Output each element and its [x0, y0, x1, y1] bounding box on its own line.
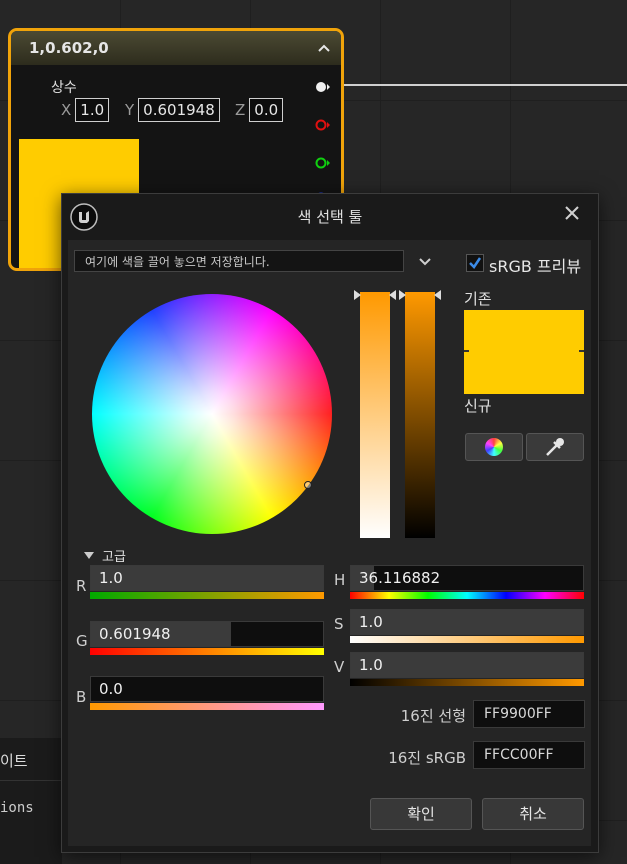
eyedropper-icon	[546, 438, 564, 456]
color-wheel-cursor[interactable]	[304, 481, 312, 489]
swatch-tick	[579, 350, 584, 352]
collapse-chevron-icon[interactable]	[317, 43, 331, 53]
connection-wire	[330, 84, 627, 86]
close-icon[interactable]	[564, 205, 580, 221]
unreal-logo-icon	[70, 203, 98, 231]
h-value-field[interactable]: 36.116882	[350, 565, 584, 591]
advanced-toggle[interactable]: 고급	[84, 546, 126, 565]
v-value: 1.0	[359, 656, 383, 674]
x-value-field[interactable]: 1.0	[75, 98, 110, 122]
hex-srgb-label: 16진 sRGB	[388, 749, 466, 767]
h-value: 36.116882	[359, 569, 441, 587]
b-value: 0.0	[99, 680, 123, 698]
node-param-label: 상수	[51, 80, 77, 96]
output-pin-green-icon[interactable]	[315, 156, 331, 170]
x-label: X	[61, 101, 72, 119]
r-label: R	[76, 577, 87, 595]
r-value-field[interactable]: 1.0	[90, 565, 324, 591]
divider	[0, 780, 62, 781]
s-gradient-bar	[350, 636, 584, 643]
picker-body: 여기에 색을 끌어 놓으면 저장합니다. sRGB 프리뷰 기존 신규 고급 R…	[68, 240, 591, 846]
y-component: Y 0.601948	[125, 98, 220, 122]
new-color-label: 신규	[464, 397, 492, 415]
r-value-fill	[91, 566, 323, 590]
collapse-triangle-icon	[84, 552, 94, 559]
b-label: B	[76, 688, 87, 706]
color-compare-swatch	[464, 310, 584, 394]
v-value-field[interactable]: 1.0	[350, 652, 584, 678]
slider-handle-right[interactable]	[434, 290, 441, 300]
advanced-label: 고급	[102, 550, 126, 565]
v-gradient-bar	[350, 679, 584, 686]
node-header[interactable]: 1,0.602,0	[11, 31, 341, 65]
s-value-field[interactable]: 1.0	[350, 609, 584, 635]
s-label: S	[334, 615, 344, 633]
srgb-preview-checkbox[interactable]	[466, 254, 484, 272]
s-value: 1.0	[359, 613, 383, 631]
y-value-field[interactable]: 0.601948	[138, 98, 220, 122]
old-color-label: 기존	[464, 290, 492, 308]
saturation-slider[interactable]	[354, 290, 396, 538]
hex-srgb-field[interactable]: FFCC00FF	[473, 741, 585, 769]
color-theme-drop-area[interactable]: 여기에 색을 끌어 놓으면 저장합니다.	[74, 250, 404, 272]
checkmark-icon	[469, 257, 482, 269]
h-gradient-bar	[350, 592, 584, 599]
r-value: 1.0	[99, 569, 123, 587]
hex-linear-field[interactable]: FF9900FF	[473, 700, 585, 728]
z-component: Z 0.0	[235, 98, 284, 122]
g-value: 0.601948	[99, 625, 171, 643]
g-label: G	[76, 632, 88, 650]
node-title: 1,0.602,0	[29, 39, 109, 57]
z-label: Z	[235, 101, 246, 119]
cancel-button[interactable]: 취소	[482, 798, 584, 830]
value-slider[interactable]	[399, 290, 441, 538]
color-wheel-icon	[485, 438, 503, 456]
h-label: H	[334, 571, 346, 589]
v-label: V	[334, 658, 345, 676]
swatch-tick	[464, 350, 469, 352]
y-label: Y	[125, 101, 135, 119]
color-picker-window: 색 선택 툴 여기에 색을 끌어 놓으면 저장합니다. sRGB 프리뷰 기존 …	[61, 193, 599, 853]
r-gradient-bar	[90, 592, 324, 599]
color-wheel-mode-button[interactable]	[465, 433, 523, 461]
slider-handle-left[interactable]	[354, 290, 361, 300]
chevron-down-icon[interactable]	[418, 257, 432, 267]
window-title: 색 선택 툴	[297, 207, 363, 226]
output-pin-red-icon[interactable]	[315, 118, 331, 132]
hex-linear-label: 16진 선형	[400, 707, 466, 725]
output-pin-white-icon[interactable]	[315, 80, 331, 94]
b-gradient-bar	[90, 703, 324, 710]
eyedropper-button[interactable]	[526, 433, 584, 461]
b-value-field[interactable]: 0.0	[90, 676, 324, 702]
title-bar[interactable]: 색 선택 툴	[62, 194, 598, 238]
details-panel-tab[interactable]: 이트	[0, 750, 28, 771]
color-wheel[interactable]	[92, 294, 332, 534]
details-panel: 이트 ions	[0, 738, 62, 864]
details-panel-text: ions	[0, 800, 34, 816]
z-value-field[interactable]: 0.0	[249, 98, 284, 122]
slider-handle-left[interactable]	[399, 290, 406, 300]
v-value-fill	[351, 653, 583, 677]
s-value-fill	[351, 610, 583, 634]
srgb-preview-label: sRGB 프리뷰	[489, 257, 582, 276]
g-gradient-bar	[90, 648, 324, 655]
slider-handle-right[interactable]	[389, 290, 396, 300]
g-value-field[interactable]: 0.601948	[90, 621, 324, 647]
ok-button[interactable]: 확인	[370, 798, 472, 830]
x-component: X 1.0	[61, 98, 110, 122]
